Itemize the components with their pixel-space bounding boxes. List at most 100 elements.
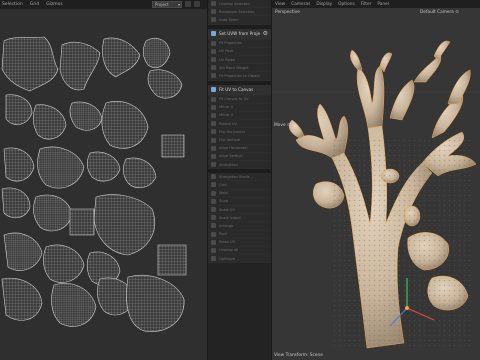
tool-icon: [211, 112, 216, 118]
tool-label: Scale UV: [219, 207, 235, 212]
tool-item[interactable]: Scale Island: [208, 214, 271, 223]
viewport-canvas[interactable]: [272, 8, 480, 360]
uv-island[interactable]: [147, 69, 183, 99]
tool-item[interactable]: Optimize: [208, 255, 271, 264]
tool-icon: [211, 223, 216, 229]
tool-item[interactable]: Align Horizontal: [208, 144, 271, 153]
tool-item[interactable]: Pack: [208, 230, 271, 239]
tool-item[interactable]: Set UVW from Projection⚙: [208, 28, 271, 40]
tool-label: Pack: [219, 232, 228, 237]
uv-island[interactable]: [126, 274, 185, 332]
tool-item[interactable]: Snap: [208, 197, 271, 206]
vp-menu-view[interactable]: View: [275, 2, 285, 7]
uv-menu-grid[interactable]: Grid: [30, 2, 39, 7]
tool-label: Rectangle Selection: [219, 9, 255, 14]
camera-label[interactable]: Default Camera ⊙: [420, 10, 459, 15]
uv-canvas[interactable]: [0, 9, 207, 360]
uv-island[interactable]: [157, 244, 187, 276]
tool-item[interactable]: Straighten: [208, 161, 271, 170]
uv-island[interactable]: [161, 134, 185, 158]
uv-island[interactable]: [3, 232, 43, 271]
tool-item[interactable]: Rectangle Selection: [208, 8, 271, 17]
uv-island[interactable]: [59, 41, 101, 91]
uv-island[interactable]: [37, 146, 85, 189]
tool-icon: [211, 239, 216, 245]
vp-menu-panel[interactable]: Panel: [377, 2, 389, 7]
tool-label: Fit UV to Canvas: [219, 87, 254, 92]
uv-menu-gizmos[interactable]: Gizmos: [46, 2, 63, 7]
viewport-menu-bar: View Cameras Display Options Filter Pane…: [272, 0, 480, 8]
tool-icon: [211, 65, 216, 71]
tool-icon: [211, 231, 216, 237]
tool-item[interactable]: Flip Horizontal: [208, 128, 271, 137]
tool-item[interactable]: Grid: [208, 181, 271, 190]
tool-item[interactable]: UV Pack: [208, 47, 271, 56]
tool-item[interactable]: Unwrap Selected: [208, 0, 271, 9]
uv-island[interactable]: [102, 37, 141, 78]
gear-icon[interactable]: ⚙: [263, 30, 268, 37]
uv-island[interactable]: [1, 277, 43, 321]
tool-label: Unwrap Selected: [219, 1, 250, 6]
tool-icon: [211, 17, 216, 23]
tool-item[interactable]: Scale UV: [208, 205, 271, 215]
tool-item[interactable]: Fit Projection: [208, 39, 271, 48]
uv-islands-svg[interactable]: [0, 9, 207, 360]
uv-island[interactable]: [1, 187, 31, 219]
tool-item[interactable]: Fit Canvas to UV: [208, 95, 271, 104]
3d-viewport[interactable]: View Cameras Display Options Filter Pane…: [272, 0, 480, 360]
uv-island[interactable]: [101, 101, 149, 149]
view-name: Perspective: [275, 10, 300, 15]
vp-menu-display[interactable]: Display: [316, 2, 332, 7]
tool-item[interactable]: Fit UV to Canvas: [208, 84, 271, 96]
tool-item[interactable]: Mirror V: [208, 111, 271, 121]
uv-island[interactable]: [33, 194, 73, 232]
tool-icon: [211, 9, 216, 15]
uv-island[interactable]: [69, 101, 103, 131]
tool-item[interactable]: Align Vertical: [208, 152, 271, 161]
uv-island[interactable]: [3, 147, 35, 182]
uv-island[interactable]: [122, 157, 157, 189]
uv-fit-icon[interactable]: [185, 1, 191, 7]
tool-label: Arrange: [219, 223, 234, 228]
tool-item[interactable]: Fit Projection to Object: [208, 72, 271, 81]
tool-item[interactable]: Straighten Shells: [208, 173, 271, 182]
uv-island[interactable]: [32, 104, 67, 140]
uv-island[interactable]: [1, 36, 59, 92]
vp-menu-cameras[interactable]: Cameras: [291, 2, 310, 7]
uv-grid-icon[interactable]: [194, 1, 200, 7]
uv-island[interactable]: [43, 244, 85, 283]
tool-item[interactable]: Relax UV: [208, 238, 271, 247]
tool-item[interactable]: Weld: [208, 189, 271, 198]
uv-island[interactable]: [142, 38, 171, 68]
tool-item[interactable]: Rotate UV: [208, 120, 271, 129]
vp-menu-filter[interactable]: Filter: [361, 2, 372, 7]
tool-label: Straighten: [219, 162, 238, 167]
uv-island[interactable]: [93, 194, 156, 256]
tool-icon: [211, 87, 216, 92]
tool-icon: [211, 256, 216, 262]
coral-mesh-render[interactable]: [272, 8, 480, 360]
tool-item[interactable]: Mirror U: [208, 103, 271, 112]
tool-item[interactable]: Unwrap All: [208, 246, 271, 256]
tool-icon: [211, 96, 216, 102]
uv-island[interactable]: [5, 94, 33, 125]
tool-item[interactable]: Flip Vertical: [208, 136, 271, 145]
uv-island[interactable]: [69, 208, 95, 236]
tool-icon: [211, 215, 216, 221]
tool-icon: [211, 198, 216, 204]
tool-icon: [211, 57, 216, 63]
uv-island[interactable]: [86, 151, 121, 182]
tool-item[interactable]: Auto Seam: [208, 16, 271, 25]
tool-item[interactable]: UV Relax: [208, 55, 271, 65]
tool-item[interactable]: Arrange: [208, 222, 271, 231]
tool-label: Rotate UV: [219, 121, 237, 126]
vp-menu-options[interactable]: Options: [338, 2, 355, 7]
uv-menu-selection[interactable]: Selection: [2, 2, 23, 7]
uv-island[interactable]: [51, 283, 97, 327]
tool-item[interactable]: Set Point Weight: [208, 64, 271, 73]
uv-editor: Selection Grid Gizmos Project ▾: [0, 0, 207, 360]
tool-icon: [211, 247, 216, 253]
tool-icon: [211, 104, 216, 110]
tool-label: Flip Vertical: [219, 138, 240, 143]
projection-select[interactable]: Project ▾: [152, 1, 182, 8]
